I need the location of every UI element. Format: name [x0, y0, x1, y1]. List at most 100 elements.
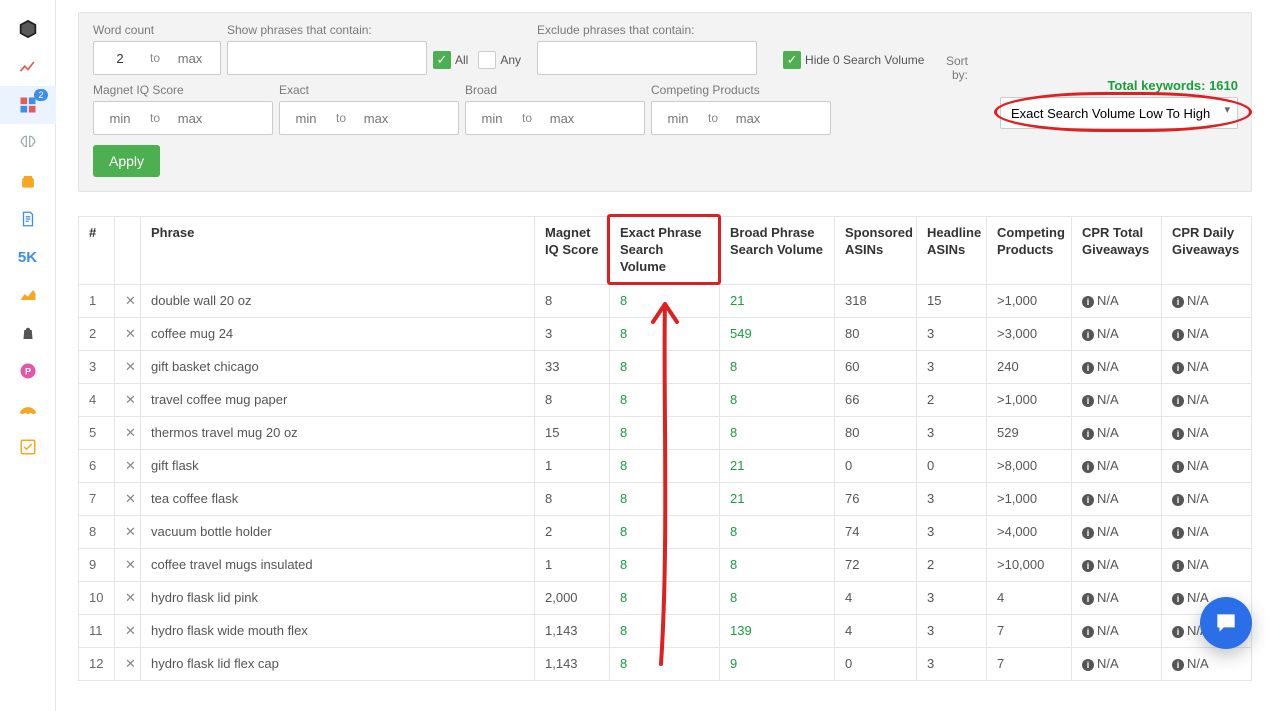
- cell-broad[interactable]: 8: [720, 581, 835, 614]
- cell-exact[interactable]: 8: [610, 647, 720, 680]
- cell-broad[interactable]: 139: [720, 614, 835, 647]
- all-checkbox[interactable]: ✓: [433, 51, 451, 69]
- remove-row-icon[interactable]: ✕: [115, 383, 141, 416]
- col-cprdaily[interactable]: CPR Daily Giveaways: [1162, 217, 1252, 285]
- remove-row-icon[interactable]: ✕: [115, 581, 141, 614]
- nav-brain-icon[interactable]: [0, 124, 56, 162]
- cell-broad[interactable]: 8: [720, 515, 835, 548]
- exact-max-input[interactable]: [350, 111, 402, 126]
- col-phrase[interactable]: Phrase: [141, 217, 535, 285]
- remove-row-icon[interactable]: ✕: [115, 482, 141, 515]
- info-icon[interactable]: i: [1082, 560, 1094, 572]
- info-icon[interactable]: i: [1082, 494, 1094, 506]
- cell-broad[interactable]: 8: [720, 350, 835, 383]
- col-broad[interactable]: Broad Phrase Search Volume: [720, 217, 835, 285]
- info-icon[interactable]: i: [1082, 626, 1094, 638]
- cell-exact[interactable]: 8: [610, 482, 720, 515]
- nav-box-icon[interactable]: [0, 10, 56, 48]
- info-icon[interactable]: i: [1172, 494, 1184, 506]
- info-icon[interactable]: i: [1082, 395, 1094, 407]
- cell-broad[interactable]: 8: [720, 416, 835, 449]
- nav-check-icon[interactable]: [0, 428, 56, 466]
- info-icon[interactable]: i: [1082, 527, 1094, 539]
- any-checkbox[interactable]: [478, 51, 496, 69]
- info-icon[interactable]: i: [1172, 659, 1184, 671]
- broad-max-input[interactable]: [536, 111, 588, 126]
- nav-area-chart-icon[interactable]: [0, 276, 56, 314]
- cell-broad[interactable]: 549: [720, 317, 835, 350]
- iq-max-input[interactable]: [164, 111, 216, 126]
- cell-exact[interactable]: 8: [610, 284, 720, 317]
- remove-row-icon[interactable]: ✕: [115, 284, 141, 317]
- remove-row-icon[interactable]: ✕: [115, 647, 141, 680]
- col-headline[interactable]: Headline ASINs: [917, 217, 987, 285]
- wordcount-min-input[interactable]: [94, 51, 146, 66]
- exact-min-input[interactable]: [280, 111, 332, 126]
- nav-jar-icon[interactable]: [0, 162, 56, 200]
- remove-row-icon[interactable]: ✕: [115, 350, 141, 383]
- cell-broad[interactable]: 21: [720, 449, 835, 482]
- cell-broad[interactable]: 8: [720, 383, 835, 416]
- remove-row-icon[interactable]: ✕: [115, 548, 141, 581]
- cell-exact[interactable]: 8: [610, 350, 720, 383]
- nav-blocks-icon[interactable]: 2: [0, 86, 56, 124]
- info-icon[interactable]: i: [1172, 527, 1184, 539]
- cell-broad[interactable]: 21: [720, 482, 835, 515]
- info-icon[interactable]: i: [1082, 362, 1094, 374]
- nav-bag-icon[interactable]: [0, 314, 56, 352]
- cell-broad[interactable]: 8: [720, 548, 835, 581]
- exclude-phrases-input[interactable]: [537, 41, 757, 75]
- cell-exact[interactable]: 8: [610, 581, 720, 614]
- cell-exact[interactable]: 8: [610, 515, 720, 548]
- remove-row-icon[interactable]: ✕: [115, 515, 141, 548]
- info-icon[interactable]: i: [1172, 428, 1184, 440]
- col-sponsored[interactable]: Sponsored ASINs: [835, 217, 917, 285]
- apply-button[interactable]: Apply: [93, 145, 160, 177]
- competing-min-input[interactable]: [652, 111, 704, 126]
- col-exact[interactable]: Exact Phrase Search Volume: [610, 217, 720, 285]
- nav-p-icon[interactable]: P: [0, 352, 56, 390]
- info-icon[interactable]: i: [1172, 395, 1184, 407]
- cell-broad[interactable]: 21: [720, 284, 835, 317]
- remove-row-icon[interactable]: ✕: [115, 317, 141, 350]
- col-competing[interactable]: Competing Products: [987, 217, 1072, 285]
- remove-row-icon[interactable]: ✕: [115, 614, 141, 647]
- cell-exact[interactable]: 8: [610, 614, 720, 647]
- hide0-checkbox[interactable]: ✓: [783, 51, 801, 69]
- info-icon[interactable]: i: [1082, 461, 1094, 473]
- info-icon[interactable]: i: [1172, 461, 1184, 473]
- info-icon[interactable]: i: [1172, 593, 1184, 605]
- remove-row-icon[interactable]: ✕: [115, 449, 141, 482]
- cell-exact[interactable]: 8: [610, 449, 720, 482]
- info-icon[interactable]: i: [1082, 659, 1094, 671]
- sort-select[interactable]: Exact Search Volume Low To High: [1000, 97, 1238, 129]
- cell-exact[interactable]: 8: [610, 317, 720, 350]
- info-icon[interactable]: i: [1172, 560, 1184, 572]
- show-phrases-input[interactable]: [227, 41, 427, 75]
- wordcount-max-input[interactable]: [164, 51, 216, 66]
- chat-button[interactable]: [1200, 597, 1252, 649]
- broad-min-input[interactable]: [466, 111, 518, 126]
- cell-broad[interactable]: 9: [720, 647, 835, 680]
- col-index[interactable]: #: [79, 217, 115, 285]
- info-icon[interactable]: i: [1172, 296, 1184, 308]
- nav-trend-icon[interactable]: [0, 48, 56, 86]
- cell-exact[interactable]: 8: [610, 548, 720, 581]
- info-icon[interactable]: i: [1172, 626, 1184, 638]
- info-icon[interactable]: i: [1172, 362, 1184, 374]
- cell-exact[interactable]: 8: [610, 416, 720, 449]
- info-icon[interactable]: i: [1082, 296, 1094, 308]
- col-cprtotal[interactable]: CPR Total Giveaways: [1072, 217, 1162, 285]
- competing-max-input[interactable]: [722, 111, 774, 126]
- nav-document-icon[interactable]: [0, 200, 56, 238]
- info-icon[interactable]: i: [1082, 329, 1094, 341]
- col-iq[interactable]: Magnet IQ Score: [535, 217, 610, 285]
- cell-exact[interactable]: 8: [610, 383, 720, 416]
- info-icon[interactable]: i: [1172, 329, 1184, 341]
- iq-min-input[interactable]: [94, 111, 146, 126]
- nav-lamp-icon[interactable]: [0, 390, 56, 428]
- info-icon[interactable]: i: [1082, 593, 1094, 605]
- remove-row-icon[interactable]: ✕: [115, 416, 141, 449]
- info-icon[interactable]: i: [1082, 428, 1094, 440]
- nav-5k-icon[interactable]: 5K: [0, 238, 56, 276]
